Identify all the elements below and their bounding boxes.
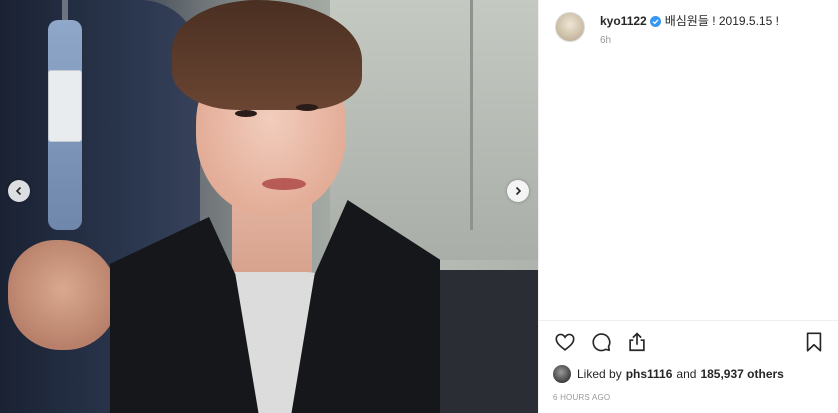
share-button[interactable]: [625, 330, 649, 354]
next-photo-button[interactable]: [507, 180, 529, 202]
caption-text: 배심원들 ! 2019.5.15 !: [664, 14, 779, 28]
photo-id-badge: [48, 70, 82, 142]
comment-button[interactable]: [589, 330, 613, 354]
instagram-post: kyo1122 배심원들 ! 2019.5.15 ! 6h Liked by p…: [0, 0, 838, 413]
photo-eye-left: [235, 110, 257, 117]
likes-prefix: Liked by: [577, 367, 622, 381]
photo-door-edge: [470, 0, 473, 230]
liker-avatar[interactable]: [553, 365, 571, 383]
heart-icon: [555, 333, 575, 351]
post-actions: Liked by phs1116 and 185,937 others 6 HO…: [539, 320, 838, 413]
verified-badge-icon: [649, 15, 661, 27]
caption-line: kyo1122 배심원들 ! 2019.5.15 !: [600, 13, 779, 29]
previous-photo-button[interactable]: [8, 180, 30, 202]
caption-time: 6h: [600, 35, 612, 46]
author-avatar[interactable]: [555, 12, 585, 42]
photo-eye-right: [296, 104, 318, 111]
chevron-right-icon: [515, 186, 522, 196]
comments-area: kyo1122 배심원들 ! 2019.5.15 ! 6h: [539, 0, 838, 320]
comment-icon: [592, 333, 611, 352]
share-icon: [629, 332, 645, 352]
liker-username[interactable]: phs1116: [626, 367, 673, 381]
action-icons-row: [553, 329, 826, 355]
chevron-left-icon: [15, 186, 22, 196]
likes-summary: Liked by phs1116 and 185,937 others: [553, 365, 826, 383]
post-caption: kyo1122 배심원들 ! 2019.5.15 ! 6h: [555, 10, 826, 46]
like-button[interactable]: [553, 330, 577, 354]
post-timestamp[interactable]: 6 HOURS AGO: [553, 393, 826, 402]
photo-hands: [8, 240, 118, 350]
likes-connector: and: [676, 367, 697, 381]
bookmark-icon: [806, 332, 822, 352]
author-username[interactable]: kyo1122: [600, 13, 647, 29]
post-photo[interactable]: [0, 0, 538, 413]
save-button[interactable]: [802, 330, 826, 354]
caption-body: kyo1122 배심원들 ! 2019.5.15 ! 6h: [600, 13, 779, 46]
photo-lips: [262, 178, 306, 190]
post-side-panel: kyo1122 배심원들 ! 2019.5.15 ! 6h Liked by p…: [538, 0, 838, 413]
likes-count[interactable]: 185,937 others: [700, 367, 783, 381]
